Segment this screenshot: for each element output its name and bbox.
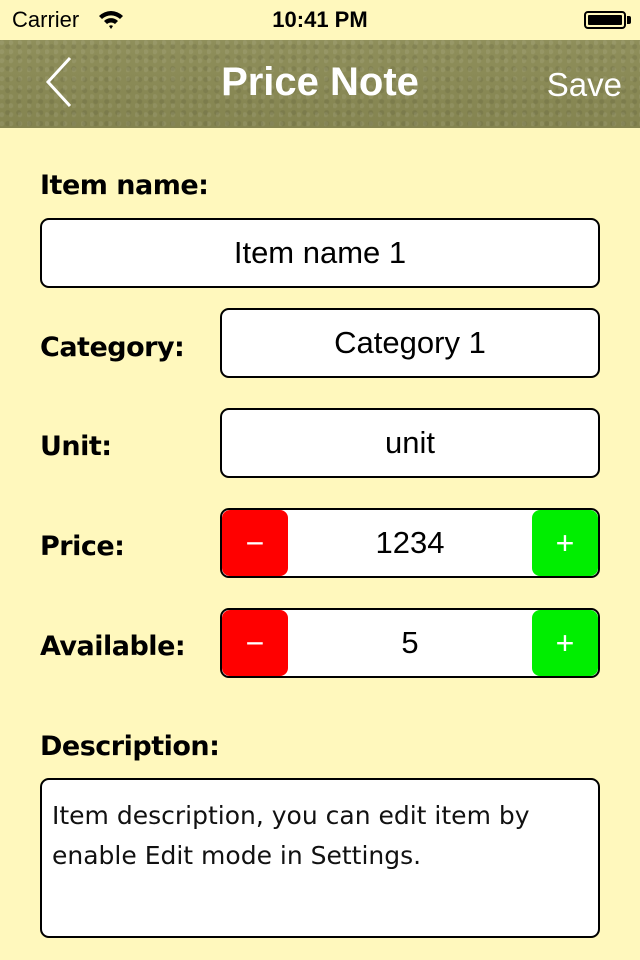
price-value[interactable]: 1234 bbox=[288, 510, 532, 576]
price-increment-button[interactable]: + bbox=[532, 510, 598, 576]
available-label: Available: bbox=[40, 631, 186, 662]
unit-field[interactable]: unit bbox=[220, 408, 600, 478]
page-title: Price Note bbox=[221, 60, 419, 104]
available-decrement-button[interactable]: − bbox=[222, 610, 288, 676]
description-textarea[interactable]: Item description, you can edit item by e… bbox=[40, 778, 600, 938]
available-increment-button[interactable]: + bbox=[532, 610, 598, 676]
available-value[interactable]: 5 bbox=[288, 610, 532, 676]
status-bar: Carrier 10:41 PM bbox=[0, 0, 640, 40]
battery-icon bbox=[584, 11, 626, 29]
category-field[interactable]: Category 1 bbox=[220, 308, 600, 378]
clock: 10:41 PM bbox=[272, 7, 368, 32]
price-decrement-button[interactable]: − bbox=[222, 510, 288, 576]
item-name-label: Item name: bbox=[40, 170, 209, 201]
available-stepper: − 5 + bbox=[220, 608, 600, 678]
description-label: Description: bbox=[40, 731, 220, 762]
item-name-field[interactable]: Item name 1 bbox=[40, 218, 600, 288]
category-label: Category: bbox=[40, 332, 185, 363]
price-label: Price: bbox=[40, 531, 125, 562]
save-button[interactable]: Save bbox=[547, 66, 622, 104]
navigation-bar: Price Note Save bbox=[0, 40, 640, 128]
battery-tip bbox=[627, 16, 631, 24]
unit-label: Unit: bbox=[40, 431, 112, 462]
price-stepper: − 1234 + bbox=[220, 508, 600, 578]
